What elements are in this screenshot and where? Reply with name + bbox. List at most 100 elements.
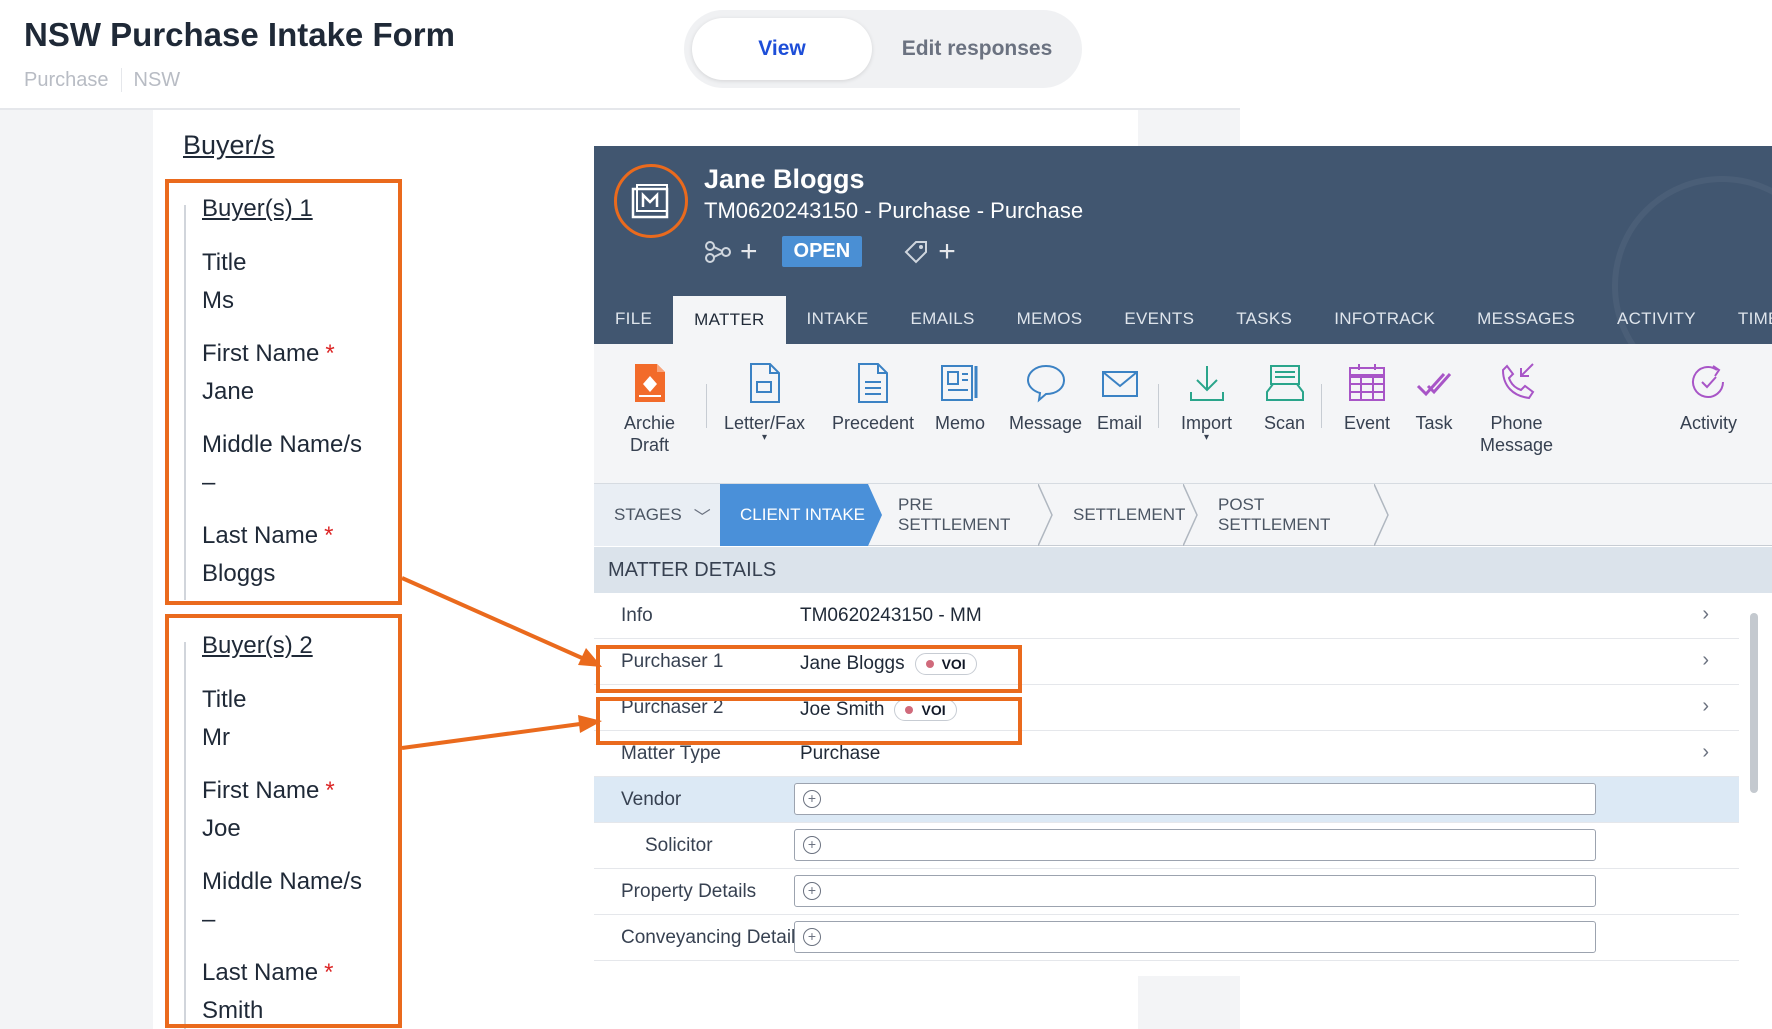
status-badge[interactable]: OPEN [781, 236, 863, 267]
add-circle-icon[interactable]: + [803, 836, 821, 854]
screenshot: NSW Purchase Intake Form Purchase NSW Vi… [0, 0, 1772, 1029]
tab-matter[interactable]: MATTER [673, 296, 786, 344]
dropdown-caret-icon: ▾ [762, 432, 768, 443]
add-circle-icon[interactable]: + [803, 928, 821, 946]
ribbon-label: Precedent [832, 413, 915, 433]
tab-messages[interactable]: MESSAGES [1456, 294, 1596, 344]
ribbon-label: Scan [1264, 413, 1306, 433]
view-edit-toggle: View Edit responses [684, 10, 1082, 88]
tab-infotrack[interactable]: INFOTRACK [1313, 294, 1456, 344]
archie-draft-button[interactable]: Archie Draft [624, 362, 675, 456]
solicitor-input[interactable]: + [794, 829, 1596, 861]
form-header: NSW Purchase Intake Form Purchase NSW Vi… [0, 0, 1240, 110]
row-value: Purchase [800, 743, 881, 764]
email-button[interactable]: Email [1097, 362, 1142, 434]
matter-subtitle: TM0620243150 - Purchase - Purchase [704, 198, 1084, 223]
tab-memos[interactable]: MEMOS [996, 294, 1104, 344]
event-button[interactable]: Event [1344, 362, 1390, 434]
ribbon-divider [1321, 384, 1322, 428]
breadcrumb-nsw[interactable]: NSW [134, 69, 181, 92]
stage-pre-settlement[interactable]: PRE SETTLEMENT [898, 484, 1038, 546]
vendor-input[interactable]: + [794, 783, 1596, 815]
chevron-right-icon[interactable]: › [1702, 603, 1709, 626]
tab-intake[interactable]: INTAKE [786, 294, 890, 344]
chevron-right-icon[interactable]: › [1702, 695, 1709, 718]
breadcrumb: Purchase NSW [24, 68, 180, 92]
relationship-icon[interactable] [704, 238, 732, 266]
message-icon [1026, 364, 1065, 403]
phone-message-button[interactable]: Phone Message [1480, 362, 1553, 456]
ribbon-divider [706, 384, 707, 428]
row-label: Matter Type [621, 743, 721, 764]
stage-label: PRE SETTLEMENT [898, 495, 1011, 534]
row-conveyancing-details[interactable]: Conveyancing Details + [594, 915, 1739, 961]
stage-settlement[interactable]: SETTLEMENT [1073, 484, 1185, 546]
add-relationship-icon[interactable]: + [740, 236, 758, 267]
add-circle-icon[interactable]: + [803, 790, 821, 808]
chevron-right-icon[interactable]: › [1702, 649, 1709, 672]
details-scrollbar[interactable] [1748, 593, 1760, 976]
page-title: NSW Purchase Intake Form [24, 16, 455, 53]
scrollbar-thumb[interactable] [1750, 613, 1758, 793]
activity-icon [1691, 365, 1724, 398]
edit-responses-button[interactable]: Edit responses [880, 18, 1074, 80]
section-title-buyers: Buyer/s [183, 130, 275, 160]
breadcrumb-purchase[interactable]: Purchase [24, 69, 109, 92]
highlight-buyer-1 [165, 179, 402, 605]
scan-button[interactable]: Scan [1264, 362, 1305, 434]
ribbon-label: Letter/Fax [724, 413, 806, 433]
letter-fax-button[interactable]: Letter/Fax ▾ [724, 362, 806, 443]
chevron-down-icon: ﹀ [693, 507, 711, 527]
memo-icon [941, 365, 978, 401]
row-label: Vendor [621, 789, 682, 810]
add-circle-icon[interactable]: + [803, 882, 821, 900]
tab-file[interactable]: FILE [594, 294, 673, 344]
matter-ribbon: Archie Draft Letter/Fax ▾ Precedent Memo… [594, 344, 1772, 484]
row-label: Conveyancing Details [621, 927, 805, 948]
scan-icon [1265, 365, 1304, 401]
activity-button[interactable]: Activity [1680, 362, 1737, 434]
ribbon-label: Import [1181, 413, 1233, 433]
ribbon-label: Activity [1680, 413, 1738, 433]
row-property-details[interactable]: Property Details + [594, 869, 1739, 915]
view-button[interactable]: View [692, 18, 872, 80]
client-name: Jane Bloggs [704, 164, 865, 194]
chevron-right-icon[interactable]: › [1702, 741, 1709, 764]
stages-dropdown[interactable]: STAGES ﹀ [594, 484, 720, 546]
tab-time[interactable]: TIME & DI [1717, 294, 1772, 344]
tag-icon[interactable] [902, 238, 930, 266]
ribbon-divider [1158, 384, 1159, 428]
stage-divider-icon [1183, 484, 1198, 546]
ribbon-label: Phone Message [1480, 413, 1554, 455]
matter-tabs: FILE MATTER INTAKE EMAILS MEMOS EVENTS T… [594, 294, 1772, 344]
conveyancing-details-input[interactable]: + [794, 921, 1596, 953]
stage-client-intake[interactable]: CLIENT INTAKE [720, 484, 868, 546]
row-solicitor[interactable]: Solicitor + [594, 823, 1739, 869]
precedent-button[interactable]: Precedent [832, 362, 914, 434]
message-button[interactable]: Message [1009, 362, 1082, 434]
task-button[interactable]: Task [1414, 362, 1454, 434]
row-label: Property Details [621, 881, 757, 902]
row-label: Solicitor [645, 835, 713, 856]
tab-events[interactable]: EVENTS [1103, 294, 1215, 344]
stage-label: CLIENT INTAKE [740, 505, 866, 524]
matter-actions: + OPEN + [704, 236, 964, 267]
stage-post-settlement[interactable]: POST SETTLEMENT [1218, 484, 1374, 546]
precedent-icon [858, 363, 889, 403]
breadcrumb-divider [120, 68, 122, 92]
tab-emails[interactable]: EMAILS [890, 294, 996, 344]
highlight-buyer-2 [165, 614, 402, 1028]
email-icon [1101, 371, 1138, 397]
tab-tasks[interactable]: TASKS [1215, 294, 1313, 344]
add-tag-icon[interactable]: + [938, 236, 956, 267]
property-details-input[interactable]: + [794, 875, 1596, 907]
matter-header: Jane Bloggs TM0620243150 - Purchase - Pu… [594, 146, 1772, 396]
tab-activity[interactable]: ACTIVITY [1596, 294, 1717, 344]
row-info[interactable]: Info TM0620243150 - MM › [594, 593, 1739, 639]
memo-button[interactable]: Memo [935, 362, 985, 434]
highlight-purchaser-1 [596, 645, 1022, 693]
ribbon-label: Event [1344, 413, 1391, 433]
row-vendor[interactable]: Vendor + [594, 777, 1739, 823]
import-button[interactable]: Import ▾ [1181, 362, 1233, 443]
letter-icon [749, 363, 780, 403]
